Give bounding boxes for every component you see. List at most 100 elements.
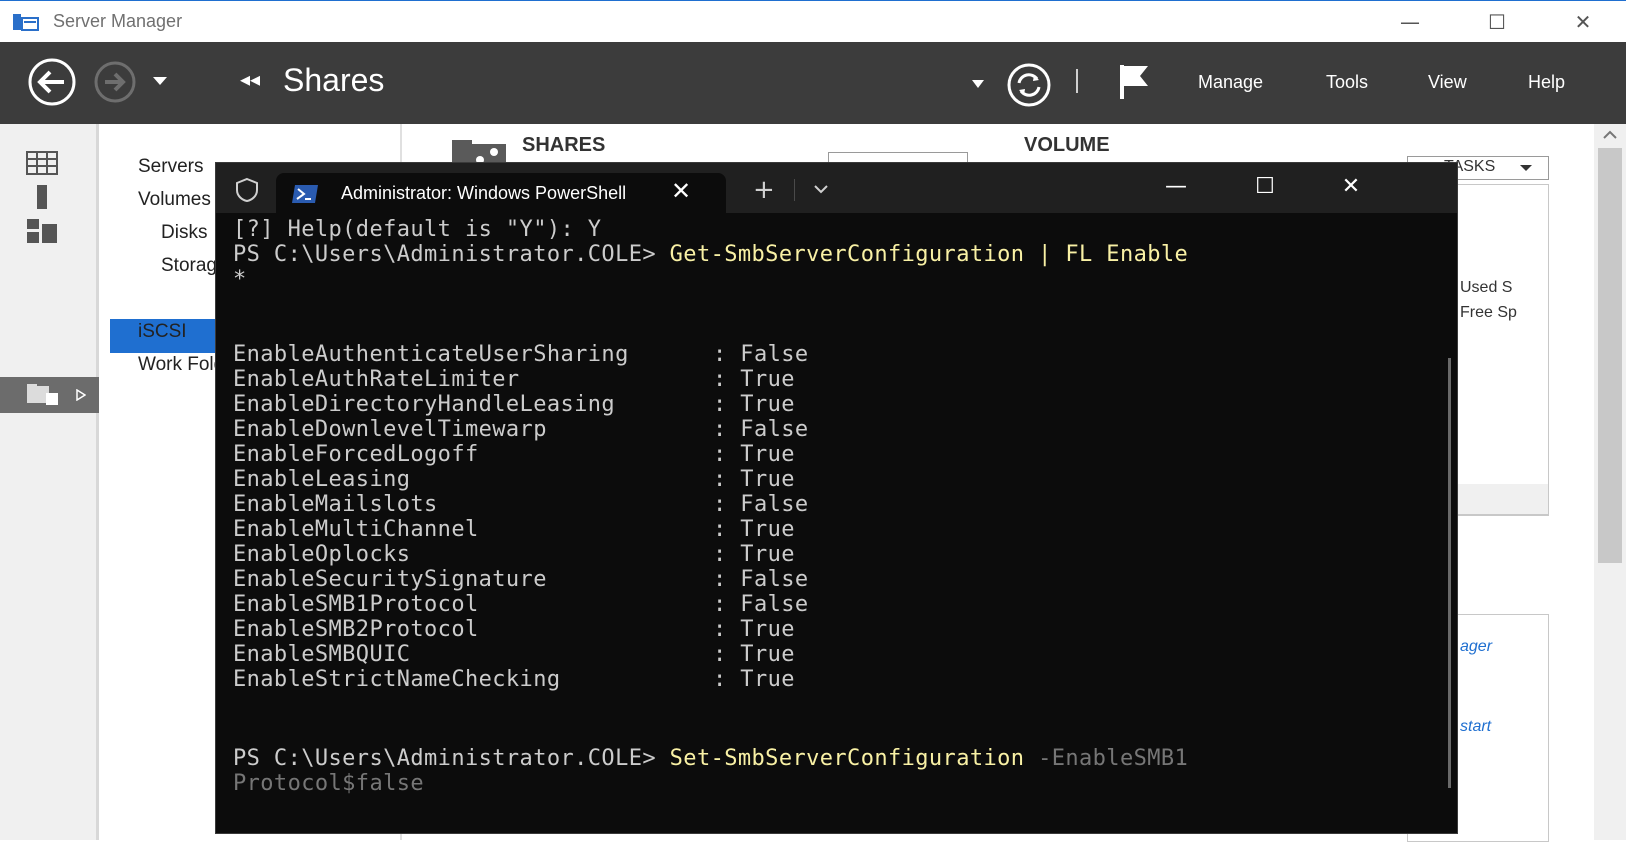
dropdown-icon[interactable] (971, 79, 985, 89)
config-value: True (740, 467, 795, 492)
used-space-label: Used S (1460, 279, 1513, 296)
new-tab-button[interactable]: + (753, 175, 775, 205)
quota-panel-text: ager (1460, 638, 1493, 655)
config-separator: : (713, 617, 741, 642)
menu-manage[interactable]: Manage (1198, 72, 1263, 93)
dashboard-icon[interactable] (26, 150, 58, 176)
icon-rail (0, 124, 99, 840)
command-text: Set-SmbServerConfiguration (669, 746, 1039, 771)
config-separator: : (713, 567, 741, 592)
config-separator: : (713, 442, 741, 467)
scroll-up-icon[interactable] (1603, 130, 1617, 140)
config-name: EnableSecuritySignature (233, 567, 547, 592)
nav-servers[interactable]: Servers (138, 156, 203, 178)
server-manager-titlebar: Server Manager — ☐ ✕ (0, 0, 1626, 42)
minimize-button[interactable]: — (1390, 7, 1430, 37)
config-separator: : (713, 642, 741, 667)
tab-close-icon[interactable]: ✕ (671, 177, 691, 205)
config-name: EnableLeasing (233, 467, 411, 492)
nav-iscsi[interactable]: iSCSI (138, 321, 187, 343)
config-value: False (740, 417, 809, 442)
tab-powershell[interactable]: Administrator: Windows PowerShell ✕ (276, 173, 726, 213)
command-parameter: -EnableSMB1 (1038, 746, 1189, 771)
command-line-2: PS C:\Users\Administrator.COLE> Set-SmbS… (233, 746, 1188, 771)
back-arrow-icon[interactable] (17, 57, 87, 107)
config-name: EnableStrictNameChecking (233, 667, 561, 692)
config-value: True (740, 517, 795, 542)
config-row: EnableAuthRateLimiter: True (233, 367, 795, 392)
header-separator (1076, 69, 1078, 93)
config-separator: : (713, 367, 741, 392)
config-separator: : (713, 517, 741, 542)
config-separator: : (713, 467, 741, 492)
config-row: EnableLeasing: True (233, 467, 795, 492)
config-row: EnableSMBQUIC: True (233, 642, 795, 667)
maximize-button[interactable]: ☐ (1477, 7, 1517, 37)
config-separator: : (713, 342, 741, 367)
config-row: EnableOplocks: True (233, 542, 795, 567)
command-continuation-2: Protocol$false (233, 771, 425, 796)
config-value: True (740, 667, 795, 692)
rail-item-file-storage[interactable] (0, 377, 99, 413)
menu-view[interactable]: View (1428, 72, 1467, 93)
terminal-minimize-button[interactable]: — (1151, 169, 1201, 205)
history-dropdown-icon[interactable] (152, 75, 168, 87)
config-name: EnableAuthRateLimiter (233, 367, 520, 392)
config-separator: : (713, 667, 741, 692)
menu-help[interactable]: Help (1528, 72, 1565, 93)
forward-arrow-icon[interactable] (94, 61, 136, 103)
powershell-window[interactable]: Administrator: Windows PowerShell ✕ + — … (215, 162, 1458, 834)
page-title: Shares (283, 62, 385, 98)
config-separator: : (713, 392, 741, 417)
config-name: EnableDirectoryHandleLeasing (233, 392, 616, 417)
config-name: EnableSMBQUIC (233, 642, 411, 667)
breadcrumb-arrows: ◂◂ (240, 67, 261, 91)
volume-heading: VOLUME (1024, 134, 1110, 156)
server-manager-app-icon (13, 14, 39, 31)
notifications-flag-icon[interactable] (1116, 62, 1152, 102)
config-value: True (740, 542, 795, 567)
powershell-icon (292, 185, 318, 203)
config-row: EnableDownlevelTimewarp: False (233, 417, 809, 442)
config-row: EnableForcedLogoff: True (233, 442, 795, 467)
server-manager-header: ◂◂ Shares Manage Tools View Help (0, 42, 1626, 124)
quota-start-link[interactable]: start (1460, 718, 1491, 736)
all-servers-icon[interactable] (26, 218, 58, 244)
config-row: EnableMultiChannel: True (233, 517, 795, 542)
close-button[interactable]: ✕ (1563, 7, 1603, 37)
chevron-down-icon[interactable] (814, 185, 828, 194)
local-server-icon[interactable] (26, 184, 58, 210)
tasks-dropdown-arrow-icon (1520, 165, 1532, 171)
config-row: EnableMailslots: False (233, 492, 809, 517)
admin-shield-icon (236, 177, 258, 203)
expand-arrow-icon[interactable] (76, 389, 86, 401)
config-separator: : (713, 492, 741, 517)
command-line-1: PS C:\Users\Administrator.COLE> Get-SmbS… (233, 242, 1188, 267)
nav-volumes[interactable]: Volumes (138, 189, 211, 211)
scrollbar-thumb[interactable] (1598, 148, 1622, 563)
nav-disks[interactable]: Disks (161, 222, 207, 244)
config-value: False (740, 592, 809, 617)
config-row: EnableSMB2Protocol: True (233, 617, 795, 642)
config-row: EnableSMB1Protocol: False (233, 592, 809, 617)
file-storage-icon (27, 384, 58, 405)
prompt-text: PS C:\Users\Administrator.COLE> (233, 746, 670, 771)
menu-tools[interactable]: Tools (1326, 72, 1368, 93)
nav-shares[interactable]: Shares (138, 288, 198, 310)
refresh-icon[interactable] (1005, 63, 1053, 107)
config-row: EnableDirectoryHandleLeasing: True (233, 392, 795, 417)
config-name: EnableDownlevelTimewarp (233, 417, 547, 442)
config-name: EnableAuthenticateUserSharing (233, 342, 629, 367)
terminal-titlebar: Administrator: Windows PowerShell ✕ + — … (216, 163, 1457, 213)
terminal-close-button[interactable]: ✕ (1326, 169, 1376, 205)
config-value: True (740, 617, 795, 642)
config-row: EnableStrictNameChecking: True (233, 667, 795, 692)
terminal-scrollbar[interactable] (1448, 358, 1451, 788)
config-separator: : (713, 417, 741, 442)
terminal-output[interactable]: [?] Help(default is "Y"): Y PS C:\Users\… (216, 213, 1457, 833)
config-value: True (740, 642, 795, 667)
command-continuation-1: * (233, 267, 247, 292)
config-name: EnableSMB2Protocol (233, 617, 479, 642)
config-value: True (740, 442, 795, 467)
terminal-maximize-button[interactable]: ☐ (1240, 169, 1290, 205)
